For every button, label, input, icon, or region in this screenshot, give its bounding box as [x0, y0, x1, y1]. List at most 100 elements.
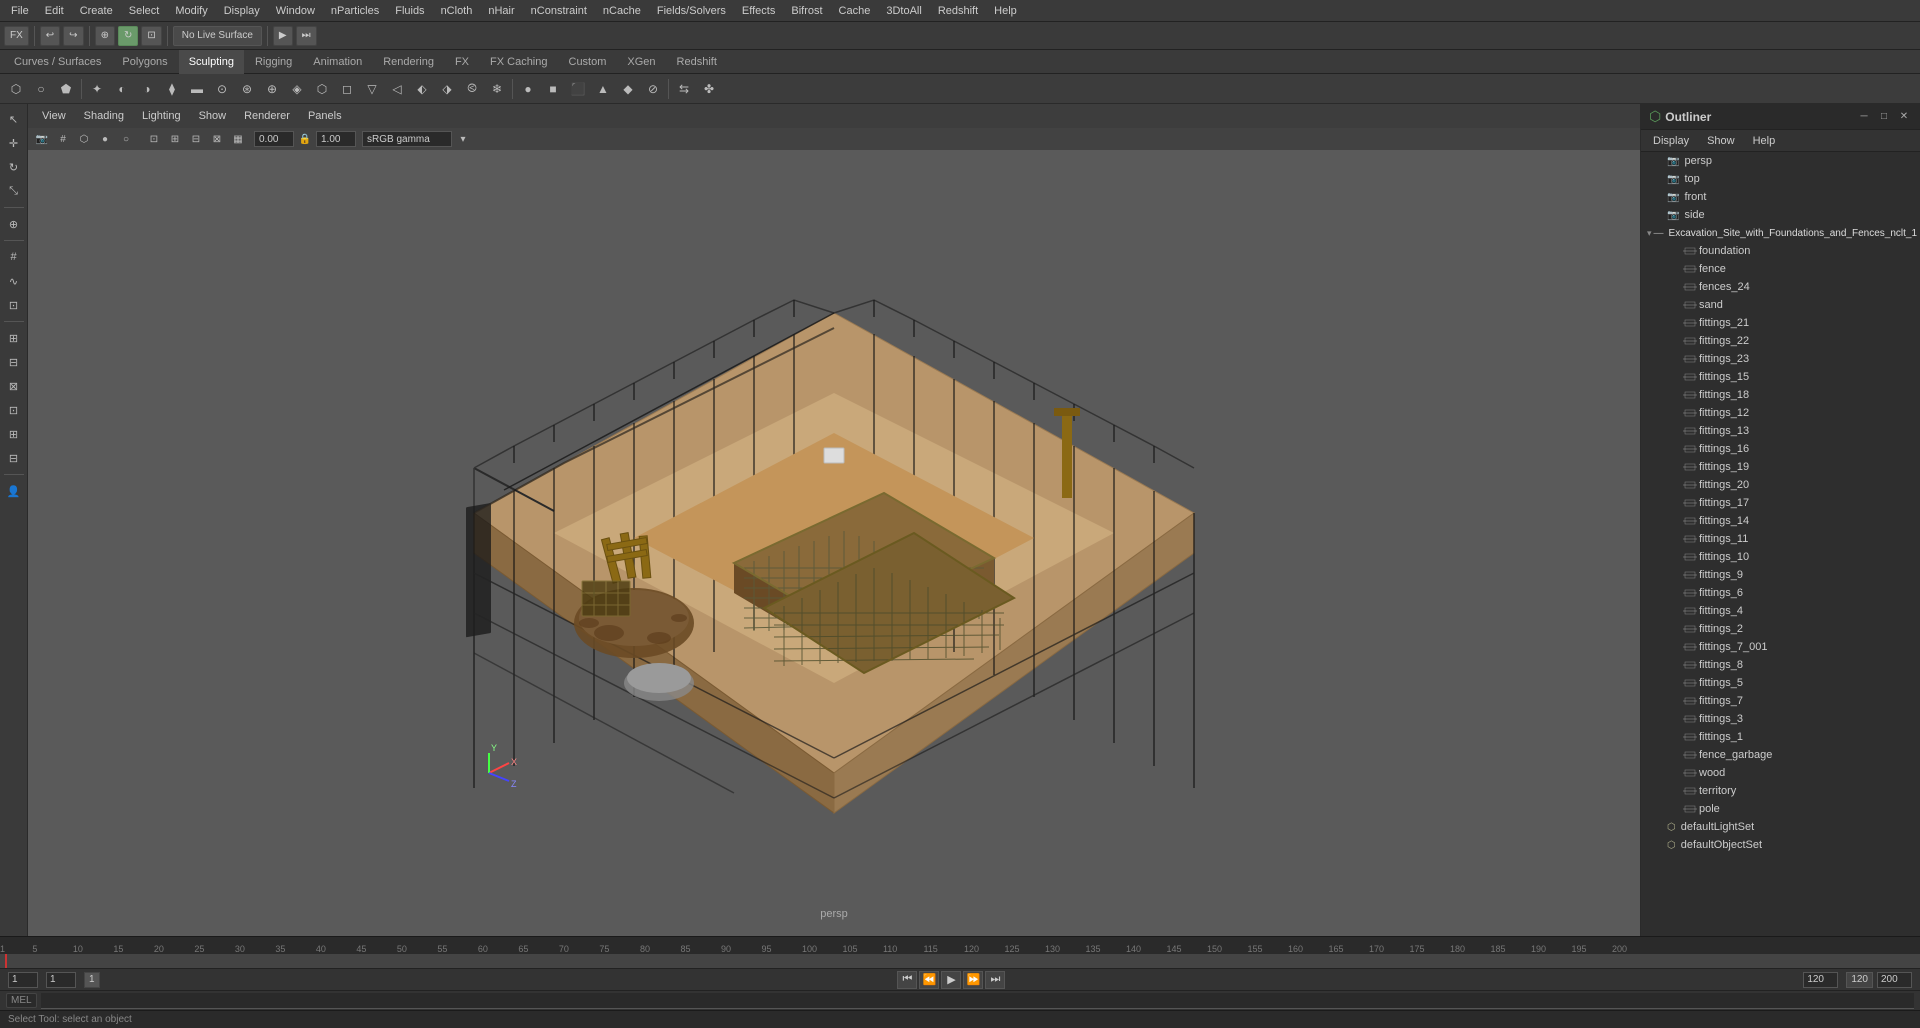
scene-area[interactable]: X Y Z persp — [28, 150, 1640, 936]
bulge-tool-icon[interactable]: ⬗ — [435, 77, 459, 101]
amplify-tool-icon[interactable]: ⧀ — [460, 77, 484, 101]
fill-tool-icon[interactable]: ▽ — [360, 77, 384, 101]
outliner-item-12[interactable]: fittings_15 — [1641, 368, 1920, 386]
scrape-tool-icon[interactable]: ◻ — [335, 77, 359, 101]
tab-fx[interactable]: FX — [445, 50, 479, 74]
outliner-item-22[interactable]: fittings_10 — [1641, 548, 1920, 566]
wax-tool-icon[interactable]: ⬡ — [310, 77, 334, 101]
playhead[interactable] — [5, 954, 7, 968]
panel-icon-3[interactable]: ⊠ — [3, 375, 25, 397]
fps-input[interactable] — [1803, 972, 1838, 988]
tab-rigging[interactable]: Rigging — [245, 50, 302, 74]
outliner-item-2[interactable]: 📷front — [1641, 188, 1920, 206]
vp-gamma-arrow[interactable]: ▾ — [453, 130, 473, 148]
char-icon[interactable]: 👤 — [3, 480, 25, 502]
vp-menu-view[interactable]: View — [34, 108, 74, 124]
tab-custom[interactable]: Custom — [559, 50, 617, 74]
menu-ncache[interactable]: nCache — [596, 3, 648, 19]
cyl-prim-icon[interactable]: ⬛ — [566, 77, 590, 101]
diamond-prim-icon[interactable]: ◆ — [616, 77, 640, 101]
menu-file[interactable]: File — [4, 3, 36, 19]
vp-menu-renderer[interactable]: Renderer — [236, 108, 298, 124]
repeat-tool-icon[interactable]: ⊕ — [260, 77, 284, 101]
soft-select-icon[interactable]: ⊕ — [3, 213, 25, 235]
move-tool-btn[interactable]: ⊕ — [95, 26, 115, 46]
outliner-item-1[interactable]: 📷top — [1641, 170, 1920, 188]
tab-curves-surfaces[interactable]: Curves / Surfaces — [4, 50, 111, 74]
rotate-icon[interactable]: ↻ — [3, 156, 25, 178]
outliner-max-btn[interactable]: □ — [1876, 109, 1892, 125]
cone-prim-icon[interactable]: ▲ — [591, 77, 615, 101]
outliner-item-35[interactable]: territory — [1641, 782, 1920, 800]
outliner-item-0[interactable]: 📷persp — [1641, 152, 1920, 170]
panel-icon-2[interactable]: ⊟ — [3, 351, 25, 373]
vp-xray-icon[interactable]: ○ — [116, 130, 136, 148]
outliner-item-11[interactable]: fittings_23 — [1641, 350, 1920, 368]
undo-button[interactable]: ↩ — [40, 26, 60, 46]
panel-icon-4[interactable]: ⊡ — [3, 399, 25, 421]
panel-icon-1[interactable]: ⊞ — [3, 327, 25, 349]
outliner-item-10[interactable]: fittings_22 — [1641, 332, 1920, 350]
move-icon[interactable]: ✛ — [3, 132, 25, 154]
select-icon[interactable]: ↖ — [3, 108, 25, 130]
menu-fields-solvers[interactable]: Fields/Solvers — [650, 3, 733, 19]
outliner-item-5[interactable]: foundation — [1641, 242, 1920, 260]
step-back-btn[interactable]: ⏪ — [919, 971, 939, 989]
outliner-item-16[interactable]: fittings_16 — [1641, 440, 1920, 458]
outliner-item-20[interactable]: fittings_14 — [1641, 512, 1920, 530]
vp-gamma-dropdown[interactable]: sRGB gamma — [362, 131, 452, 147]
outliner-min-btn[interactable]: ─ — [1856, 109, 1872, 125]
menu-nparticles[interactable]: nParticles — [324, 3, 386, 19]
panel-icon-6[interactable]: ⊟ — [3, 447, 25, 469]
imprint-tool-icon[interactable]: ◈ — [285, 77, 309, 101]
vp-lock-icon[interactable]: 🔒 — [295, 130, 315, 148]
torus-prim-icon[interactable]: ⊘ — [641, 77, 665, 101]
redo-button[interactable]: ↪ — [63, 26, 83, 46]
outliner-list[interactable]: 📷persp📷top📷front📷side▾—Excavation_Site_w… — [1641, 152, 1920, 936]
start-frame-input[interactable] — [8, 972, 38, 988]
rotate-tool-btn[interactable]: ↻ — [118, 26, 138, 46]
vp-display4-icon[interactable]: ⊠ — [207, 130, 227, 148]
outliner-menu-show[interactable]: Show — [1699, 133, 1743, 149]
menu-help[interactable]: Help — [987, 3, 1024, 19]
outliner-item-7[interactable]: fences_24 — [1641, 278, 1920, 296]
outliner-item-30[interactable]: fittings_7 — [1641, 692, 1920, 710]
foamy-tool-icon[interactable]: ⊙ — [210, 77, 234, 101]
viewport[interactable]: View Shading Lighting Show Renderer Pane… — [28, 104, 1640, 936]
outliner-item-4[interactable]: ▾—Excavation_Site_with_Foundations_and_F… — [1641, 224, 1920, 242]
render-seq-btn[interactable]: ⏭ — [296, 26, 317, 46]
vp-cam-icon[interactable]: 📷 — [32, 130, 52, 148]
tab-redshift[interactable]: Redshift — [667, 50, 727, 74]
snap-grid-icon[interactable]: # — [3, 246, 25, 268]
relax-tool-icon[interactable]: ◑ — [135, 77, 159, 101]
outliner-menu-display[interactable]: Display — [1645, 133, 1697, 149]
menu-create[interactable]: Create — [73, 3, 120, 19]
outliner-close-btn[interactable]: ✕ — [1896, 109, 1912, 125]
fx-label[interactable]: FX — [4, 26, 29, 46]
vp-display2-icon[interactable]: ⊞ — [165, 130, 185, 148]
smear-tool-icon[interactable]: ⬖ — [410, 77, 434, 101]
play-end-btn[interactable]: ⏭ — [985, 971, 1005, 989]
select-tool-icon[interactable]: ⬡ — [4, 77, 28, 101]
menu-3dtoall[interactable]: 3DtoAll — [879, 3, 928, 19]
outliner-item-3[interactable]: 📷side — [1641, 206, 1920, 224]
step-forward-btn[interactable]: ⏩ — [963, 971, 983, 989]
outliner-item-6[interactable]: fence — [1641, 260, 1920, 278]
menu-bifrost[interactable]: Bifrost — [784, 3, 829, 19]
outliner-item-18[interactable]: fittings_20 — [1641, 476, 1920, 494]
outliner-item-17[interactable]: fittings_19 — [1641, 458, 1920, 476]
freeze-tool-icon[interactable]: ❄ — [485, 77, 509, 101]
menu-modify[interactable]: Modify — [168, 3, 214, 19]
no-live-surface-button[interactable]: No Live Surface — [173, 26, 262, 46]
snap-curve-icon[interactable]: ∿ — [3, 270, 25, 292]
menu-cache[interactable]: Cache — [832, 3, 878, 19]
vp-display1-icon[interactable]: ⊡ — [144, 130, 164, 148]
box-prim-icon[interactable]: ■ — [541, 77, 565, 101]
outliner-item-37[interactable]: ⬡defaultLightSet — [1641, 818, 1920, 836]
outliner-item-14[interactable]: fittings_12 — [1641, 404, 1920, 422]
outliner-item-24[interactable]: fittings_6 — [1641, 584, 1920, 602]
tab-polygons[interactable]: Polygons — [112, 50, 177, 74]
menu-fluids[interactable]: Fluids — [388, 3, 431, 19]
outliner-item-23[interactable]: fittings_9 — [1641, 566, 1920, 584]
menu-window[interactable]: Window — [269, 3, 322, 19]
